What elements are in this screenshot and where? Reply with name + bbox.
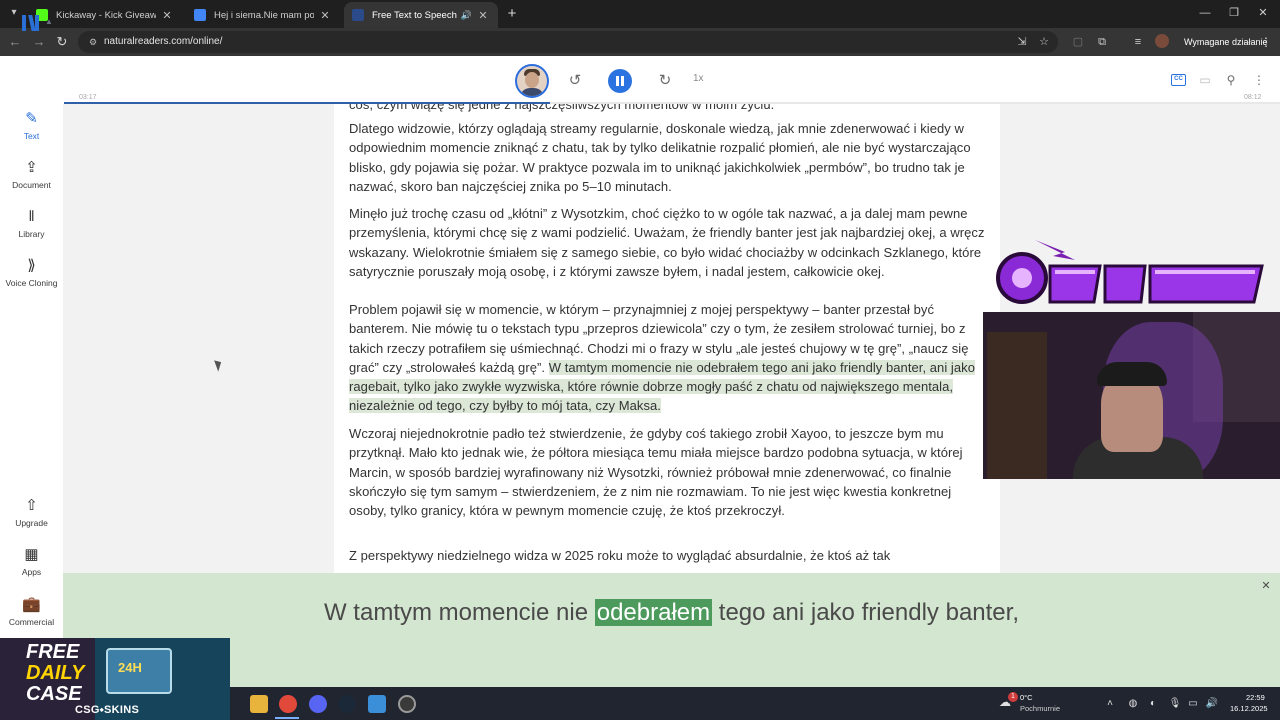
rewind-icon[interactable]: ↺ (564, 70, 586, 92)
paragraph-4: Wczoraj niejednokrotnie padło też stwier… (349, 426, 963, 519)
browser-menu-icon[interactable]: ⋮ (1260, 34, 1272, 50)
steam-icon[interactable] (338, 695, 356, 713)
voice-cloning-icon: ⟫ (27, 257, 36, 274)
weather-description: Pochmurnie (1020, 704, 1061, 713)
chest-label: 24H (118, 660, 142, 675)
weather-badge: 1 (1008, 692, 1018, 702)
bookmark-star-icon[interactable]: ☆ (1036, 34, 1052, 50)
paragraph-1: Dlatego widzowie, którzy oglądają stream… (349, 121, 971, 194)
close-icon[interactable]: ✕ (1259, 579, 1273, 593)
active-app-indicator (275, 717, 299, 719)
ad-brand: CSG⬩SKINS (75, 704, 140, 716)
url-text: naturalreaders.com/online/ (104, 36, 223, 47)
pause-button[interactable] (608, 69, 632, 93)
sidebar-item-library[interactable]: 𝍪 Library (0, 208, 63, 239)
close-icon[interactable]: ✕ (160, 9, 174, 22)
upgrade-icon: ⇧ (25, 497, 38, 514)
paragraph-partial: coś, czym wiążę się jedne z najszczęśliw… (349, 104, 775, 112)
tab-title: Hej i siema.Nie mam pojęcia, k (214, 9, 314, 21)
chevron-up-icon[interactable]: ▲ (45, 17, 53, 26)
library-icon: 𝍪 (28, 208, 35, 225)
extensions-icon[interactable]: ⧉ (1094, 34, 1110, 50)
elapsed-time: 03:17 (79, 94, 97, 101)
ad-line-3: CASE (26, 683, 82, 705)
forward-button[interactable]: → (30, 33, 48, 51)
network-icon[interactable]: ▭ (1186, 697, 1200, 711)
address-bar[interactable]: ⚙ naturalreaders.com/online/ ⇲ ☆ (78, 31, 1058, 53)
weather-temperature: 0°C (1020, 693, 1033, 702)
remote-desktop-icon[interactable] (368, 695, 386, 713)
install-app-icon[interactable]: ⇲ (1014, 34, 1030, 50)
app-header (0, 56, 1280, 102)
sidebar-item-apps[interactable]: ▦ Apps (0, 546, 63, 577)
cast-icon[interactable]: ▢ (1070, 34, 1086, 50)
naturalreaders-logo-icon[interactable] (22, 14, 42, 32)
minimize-button[interactable]: — (1195, 4, 1215, 22)
tab-title: Kickaway - Kick Giveaway Tool (56, 9, 156, 21)
caption-bar: ✕ W tamtym momencie nie odebrałem tego a… (63, 573, 1280, 687)
sidebar-item-document[interactable]: ⇪ Document (0, 159, 63, 190)
clipboard-icon[interactable]: ▭ (1197, 72, 1213, 88)
sidebar-item-upgrade[interactable]: ⇧ Upgrade (0, 497, 63, 528)
captions-icon[interactable]: CC (1171, 74, 1186, 86)
site-info-icon[interactable]: ⚙ (86, 35, 100, 49)
steam-tray-icon[interactable]: ◐ (1146, 697, 1160, 711)
more-icon[interactable]: ⋮ (1251, 72, 1267, 88)
reload-button[interactable]: ↻ (53, 33, 71, 51)
total-time: 08:12 (1244, 94, 1262, 101)
paragraph-2: Minęło już trochę czasu od „kłótni” z Wy… (349, 206, 985, 279)
media-control-icon[interactable]: ≡ (1130, 34, 1146, 50)
discord-icon[interactable] (309, 695, 327, 713)
naturalreaders-favicon-icon (352, 9, 364, 21)
microphone-icon[interactable]: 🎙 (1168, 697, 1182, 711)
sidebar-item-text[interactable]: ✎ Text (0, 110, 63, 141)
back-button[interactable]: ← (6, 33, 24, 51)
new-tab-button[interactable]: + (503, 5, 521, 23)
caption-text: W tamtym momencie nie odebrałem tego ani… (323, 599, 1019, 626)
forward-icon[interactable]: ↻ (654, 70, 676, 92)
docs-favicon-icon (194, 9, 206, 21)
speed-selector[interactable]: 1x (693, 73, 704, 84)
file-explorer-icon[interactable] (250, 695, 268, 713)
webcam-overlay (983, 312, 1280, 479)
close-window-button[interactable]: ✕ (1253, 4, 1273, 22)
ad-line-2: DAILY (26, 662, 85, 684)
discord-tray-icon[interactable]: ◍ (1126, 697, 1140, 711)
ad-line-1: FREE (26, 641, 80, 663)
chevron-up-icon[interactable]: ˄ (1103, 697, 1117, 711)
document-page[interactable]: coś, czym wiążę się jedne z najszczęśliw… (334, 104, 1000, 573)
clock-time[interactable]: 22:59 (1246, 693, 1265, 702)
tab-title: Free Text to Speech Online (372, 9, 457, 21)
sidebar-item-commercial[interactable]: 💼 Commercial (0, 596, 63, 627)
close-icon[interactable]: ✕ (476, 9, 490, 22)
caption-current-word: odebrałem (594, 599, 713, 626)
browser-tab-document[interactable]: Hej i siema.Nie mam pojęcia, k ✕ (186, 2, 340, 28)
tab-search-icon[interactable]: ▾ (6, 5, 22, 21)
restore-button[interactable]: ❐ (1224, 4, 1244, 22)
chrome-icon[interactable] (279, 695, 297, 713)
apps-icon: ▦ (24, 546, 39, 563)
pencil-icon: ✎ (25, 110, 38, 127)
profile-avatar[interactable] (1155, 34, 1169, 48)
sidebar-item-voice-cloning[interactable]: ⟫ Voice Cloning (0, 257, 63, 288)
search-icon[interactable]: ⚲ (1223, 72, 1239, 88)
browser-tab-bar: ▾ Kickaway - Kick Giveaway Tool ✕ Hej i … (0, 0, 1280, 28)
recorder-icon[interactable] (398, 695, 416, 713)
speaker-icon[interactable]: 🔊 (461, 10, 472, 21)
ad-banner[interactable]: 24H FREE DAILY CASE CSG⬩SKINS (0, 638, 230, 720)
browser-toolbar: ← → ↻ ⚙ naturalreaders.com/online/ ⇲ ☆ ▢… (0, 28, 1280, 56)
clock-date[interactable]: 16.12.2025 (1230, 704, 1268, 713)
paragraph-3: Problem pojawił się w momencie, w którym… (349, 300, 989, 416)
upload-icon: ⇪ (25, 159, 38, 176)
voice-avatar[interactable] (515, 64, 549, 98)
volume-icon[interactable]: 🔊 (1205, 697, 1219, 711)
close-icon[interactable]: ✕ (318, 9, 332, 22)
sidebar: ✎ Text ⇪ Document 𝍪 Library ⟫ Voice Clon… (0, 102, 63, 639)
paragraph-5: Z perspektywy niedzielnego widza w 2025 … (349, 548, 891, 563)
browser-tab-naturalreaders[interactable]: Free Text to Speech Online 🔊 ✕ (344, 2, 498, 28)
out-of-time-logo (996, 240, 1264, 304)
briefcase-icon: 💼 (22, 596, 41, 613)
